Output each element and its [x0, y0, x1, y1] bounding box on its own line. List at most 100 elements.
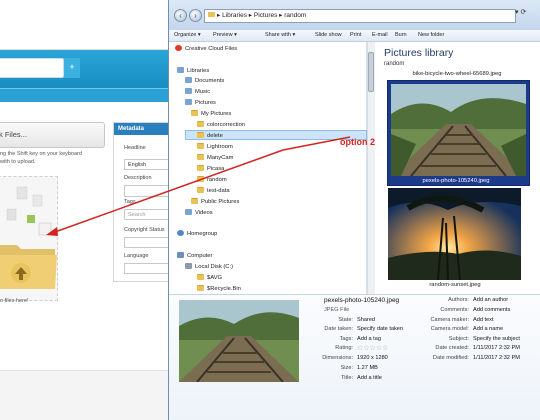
title-label: Title:: [341, 375, 353, 381]
homegroup-icon: [177, 230, 184, 236]
date-modified-value: 1/11/2017 2:32 PM: [473, 355, 520, 361]
nav-music[interactable]: Music: [185, 87, 210, 97]
folder-icon: [197, 132, 204, 138]
nav-test-data[interactable]: test-data: [197, 186, 230, 196]
authors-value[interactable]: Add an author: [473, 297, 508, 303]
headline-label: Headline: [124, 145, 146, 151]
window-controls[interactable]: ▾ ⟳: [515, 8, 526, 16]
authors-label: Authors:: [448, 297, 469, 303]
folder-icon: [197, 154, 204, 160]
nav-creative-cloud[interactable]: Creative Cloud Files: [175, 44, 237, 54]
state-label: State:: [338, 317, 353, 323]
dimensions-value: 1920 x 1280: [357, 355, 388, 361]
details-preview-image: [179, 300, 299, 382]
size-value: 1.27 MB: [357, 365, 378, 371]
thumbnail-caption-sunset[interactable]: random-sunset.jpeg: [380, 282, 530, 288]
folder-upload-icon: [0, 186, 57, 289]
nav-computer[interactable]: Computer: [177, 251, 212, 261]
web-nav-strip: [0, 88, 175, 102]
nav-homegroup[interactable]: Homegroup: [177, 229, 217, 239]
share-with-button[interactable]: Share with ▾: [265, 32, 295, 38]
folder-icon: [197, 274, 204, 280]
explorer-titlebar: ‹ › ▸ Libraries ▸ Pictures ▸ random ▾ ⟳: [169, 0, 540, 30]
title-value[interactable]: Add a title: [357, 375, 382, 381]
library-title: Pictures library: [384, 47, 454, 59]
camera-model-value[interactable]: Add a name: [473, 326, 503, 332]
nav-delete[interactable]: delete: [197, 131, 223, 141]
folder-icon: [191, 198, 198, 204]
size-label: Size:: [340, 365, 353, 371]
nav-avg[interactable]: $AVG: [197, 273, 222, 283]
upload-hint: ng the Shift key on your keyboard with t…: [0, 150, 108, 166]
disk-icon: [185, 263, 192, 269]
camera-maker-label: Camera maker:: [430, 317, 469, 323]
web-search-button[interactable]: +: [64, 58, 80, 78]
nav-libraries[interactable]: Libraries: [177, 66, 209, 76]
date-taken-label: Date taken:: [324, 326, 353, 332]
folder-icon: [197, 176, 204, 182]
nav-documents[interactable]: Documents: [185, 76, 224, 86]
drop-files-text: o files here!: [0, 298, 29, 304]
nav-recycle-bin[interactable]: $Recycle.Bin: [197, 284, 241, 294]
copyright-label: Copyright Status: [124, 227, 165, 233]
metadata-panel: Metadata Headline English Description Ta…: [113, 122, 175, 282]
new-folder-button[interactable]: New folder: [418, 32, 444, 38]
nav-random[interactable]: random: [197, 175, 227, 185]
nav-public-pictures[interactable]: Public Pictures: [191, 197, 239, 207]
subject-value[interactable]: Specify the subject: [473, 336, 520, 342]
slide-show-button[interactable]: Slide show: [315, 32, 342, 38]
library-icon: [177, 67, 184, 73]
photo-sunset-thumbnail[interactable]: [388, 188, 521, 280]
nav-pictures[interactable]: Pictures: [185, 98, 216, 108]
nav-local-disk[interactable]: Local Disk (C:): [185, 262, 233, 272]
folder-icon: [197, 143, 204, 149]
nav-my-pictures[interactable]: My Pictures: [191, 109, 231, 119]
state-value: Shared: [357, 317, 376, 323]
language-label: Language: [124, 253, 149, 259]
details-filetype: JPEG File: [324, 307, 350, 313]
nav-picasa[interactable]: Picasa: [197, 164, 224, 174]
description-label: Description: [124, 175, 152, 181]
comments-value[interactable]: Add comments: [473, 307, 510, 313]
metadata-header: Metadata: [114, 123, 174, 135]
rating-label: Rating:: [335, 345, 353, 351]
camera-maker-value[interactable]: Add text: [473, 317, 494, 323]
comments-label: Comments:: [440, 307, 469, 313]
nav-videos[interactable]: Videos: [185, 208, 213, 218]
folder-icon: [191, 110, 198, 116]
folder-icon: [197, 285, 204, 291]
command-bar: Organize ▾ Preview ▾ Share with ▾ Slide …: [169, 30, 540, 42]
tags-value[interactable]: Add a tag: [357, 336, 381, 342]
date-created-value: 1/11/2017 2:32 PM: [473, 345, 520, 351]
email-button[interactable]: E-mail: [372, 32, 388, 38]
nav-scroll-thumb[interactable]: [368, 52, 374, 92]
web-footer: [0, 370, 175, 420]
thumbnail-caption-bike[interactable]: bike-bicycle-two-wheel-65689.jpeg: [382, 71, 532, 77]
library-subtitle: random: [384, 61, 405, 67]
rating-stars[interactable]: ☆☆☆☆☆: [357, 344, 388, 352]
web-search-input[interactable]: [0, 58, 64, 78]
nav-colorcorrection[interactable]: colorcorrection: [197, 120, 245, 130]
organize-button[interactable]: Organize ▾: [174, 32, 201, 38]
add-files-button[interactable]: k Files...: [0, 122, 105, 148]
explorer-window: ‹ › ▸ Libraries ▸ Pictures ▸ random ▾ ⟳ …: [168, 0, 540, 420]
tags-label: Tags: [124, 199, 136, 205]
preview-button[interactable]: Preview ▾: [213, 32, 237, 38]
back-button[interactable]: ‹: [174, 9, 187, 22]
photo-railway-thumbnail[interactable]: [391, 84, 526, 176]
nav-manycam[interactable]: ManyCam: [197, 153, 233, 163]
details-filename: pexels-photo-105240.jpeg: [324, 297, 400, 304]
subject-label: Subject:: [448, 336, 469, 342]
burn-button[interactable]: Burn: [395, 32, 407, 38]
print-button[interactable]: Print: [350, 32, 361, 38]
forward-button[interactable]: ›: [189, 9, 202, 22]
tags-label: Tags:: [339, 336, 353, 342]
upload-hint-line-2: with to upload.: [0, 159, 36, 165]
thumbnail-caption-selected[interactable]: pexels-photo-105240.jpeg: [381, 178, 531, 184]
dimensions-label: Dimensions:: [322, 355, 353, 361]
folder-icon: [208, 12, 215, 17]
drop-zone[interactable]: [0, 176, 58, 301]
address-bar[interactable]: ▸ Libraries ▸ Pictures ▸ random: [204, 9, 516, 23]
nav-lightroom[interactable]: Lightroom: [197, 142, 233, 152]
date-taken-value[interactable]: Specify date taken: [357, 326, 403, 332]
